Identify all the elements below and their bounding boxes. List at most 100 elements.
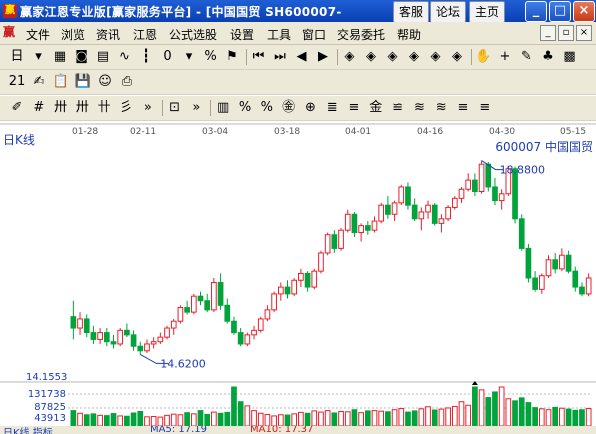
- layout-icon[interactable]: ▦: [51, 48, 69, 66]
- sheet-2-icon[interactable]: ≋: [432, 99, 450, 117]
- diamond-6-icon[interactable]: ◈: [448, 48, 466, 66]
- minimize-button[interactable]: _: [525, 1, 547, 22]
- coin-2-icon[interactable]: ⊕: [301, 99, 319, 117]
- people-icon[interactable]: ☺: [96, 73, 114, 91]
- tree-icon[interactable]: ♣: [539, 48, 557, 66]
- table-icon[interactable]: ▥: [214, 99, 232, 117]
- left-icon[interactable]: ◀: [293, 48, 311, 66]
- money-icon[interactable]: ≣: [323, 99, 341, 117]
- candle-down: [217, 282, 224, 306]
- pen-icon[interactable]: ✐: [8, 99, 26, 117]
- volume-bar-up: [77, 412, 83, 427]
- candle-up: [277, 286, 284, 295]
- maximize-button[interactable]: □: [549, 1, 571, 22]
- wave-icon[interactable]: ∿: [116, 48, 134, 66]
- chart-icon[interactable]: ◙: [73, 48, 91, 66]
- mdi-minimize-button[interactable]: _: [540, 25, 556, 41]
- percent-2-icon[interactable]: %: [258, 99, 276, 117]
- sheet-icon[interactable]: ≋: [410, 99, 428, 117]
- menu-formula[interactable]: 公式选股: [169, 26, 217, 43]
- kline-chart[interactable]: 01-28 02-11 03-04 03-18 04-01 04-16 04-30 05-15…: [0, 121, 596, 434]
- indicator-label: 日K线 指标: [3, 428, 53, 434]
- box-icon[interactable]: ⊡: [166, 99, 184, 117]
- ratio-icon[interactable]: %: [202, 48, 220, 66]
- volume-bar-down: [83, 414, 90, 427]
- diamond-1-icon[interactable]: ◈: [341, 48, 359, 66]
- hash-icon[interactable]: #: [30, 99, 48, 117]
- flag-icon[interactable]: ⚑: [223, 48, 241, 66]
- grid-icon[interactable]: ▩: [561, 48, 579, 66]
- dropdown-icon[interactable]: ▾: [30, 48, 48, 66]
- homepage-button[interactable]: 主页: [469, 1, 505, 23]
- volume-bar-up: [344, 411, 351, 427]
- diamond-4-icon[interactable]: ◈: [405, 48, 423, 66]
- crosshair-icon[interactable]: +: [496, 48, 514, 66]
- mdi-restore-button[interactable]: ▫: [558, 25, 574, 41]
- day-period-icon[interactable]: 日: [8, 48, 26, 66]
- kline-chart-svg[interactable]: 01-28 02-11 03-04 03-18 04-01 04-16 04-30 05-15…: [0, 121, 596, 434]
- print-icon[interactable]: ⎙: [118, 73, 136, 91]
- candle-up: [264, 309, 271, 320]
- bars-icon[interactable]: ┇: [137, 48, 155, 66]
- menu-trade[interactable]: 交易委托: [337, 26, 385, 43]
- menu-info[interactable]: 资讯: [96, 26, 120, 43]
- menu-file[interactable]: 文件: [26, 26, 50, 43]
- diamond-3-icon[interactable]: ◈: [384, 48, 402, 66]
- last-icon[interactable]: ⏭: [271, 48, 289, 66]
- ma5-label: MA5: 17.19: [150, 426, 208, 434]
- chevron-right-icon[interactable]: »: [187, 99, 205, 117]
- menu-window[interactable]: 窗口: [302, 26, 326, 43]
- candle-down: [90, 332, 97, 340]
- coin-icon[interactable]: ㊎: [280, 99, 298, 117]
- zero-icon[interactable]: 0: [159, 48, 177, 66]
- draw-icon[interactable]: ✎: [518, 48, 536, 66]
- candle-down: [331, 234, 338, 249]
- first-icon[interactable]: ⏮: [250, 48, 268, 66]
- money-2-icon[interactable]: ≡: [345, 99, 363, 117]
- hand-icon[interactable]: ✋: [475, 48, 493, 66]
- menu-browse[interactable]: 浏览: [61, 26, 85, 43]
- sheet-3-icon[interactable]: ≡: [454, 99, 472, 117]
- dropdown-icon[interactable]: ▾: [180, 48, 198, 66]
- chevron-right-icon[interactable]: »: [139, 99, 157, 117]
- cash-2-icon[interactable]: ≌: [389, 99, 407, 117]
- candle-down: [485, 163, 492, 188]
- menu-settings[interactable]: 设置: [230, 26, 254, 43]
- volume-bar-down: [385, 411, 391, 427]
- candle-up: [150, 341, 157, 345]
- menu-gann[interactable]: 江恩: [133, 26, 157, 43]
- close-button[interactable]: ×: [573, 1, 595, 22]
- gann-2-icon[interactable]: 卅: [73, 99, 91, 117]
- gann-4-icon[interactable]: 彡: [117, 99, 135, 117]
- gann-1-icon[interactable]: 卅: [52, 99, 70, 117]
- right-icon[interactable]: ▶: [314, 48, 332, 66]
- volume-bar-up: [177, 414, 184, 427]
- gann-3-icon[interactable]: 卄: [95, 99, 113, 117]
- volume-bar-down: [405, 411, 411, 427]
- candle-up: [344, 213, 351, 231]
- forum-button[interactable]: 论坛: [430, 1, 466, 23]
- sheet-4-icon[interactable]: ≡: [476, 99, 494, 117]
- candle-up: [311, 270, 318, 288]
- candle-up: [338, 229, 344, 249]
- compose-icon[interactable]: ✍: [30, 73, 48, 91]
- volume-bar-down: [512, 400, 518, 427]
- volume-bar-up: [117, 415, 124, 427]
- menu-help[interactable]: 帮助: [397, 26, 421, 43]
- volume-bar-down: [124, 415, 130, 427]
- candle-up: [164, 327, 170, 338]
- customer-service-button[interactable]: 客服: [393, 1, 429, 23]
- clipboard-icon[interactable]: 📋: [52, 73, 70, 91]
- diamond-2-icon[interactable]: ◈: [362, 48, 380, 66]
- list-icon[interactable]: ▤: [94, 48, 112, 66]
- menu-tools[interactable]: 工具: [267, 26, 291, 43]
- volume-bar-up: [271, 415, 277, 427]
- calendar-icon[interactable]: 21: [8, 73, 26, 91]
- save-icon[interactable]: 💾: [74, 73, 92, 91]
- cash-icon[interactable]: 金: [367, 99, 385, 117]
- candle-down: [284, 286, 291, 295]
- diamond-5-icon[interactable]: ◈: [427, 48, 445, 66]
- date-tick-label: 04-01: [345, 127, 371, 137]
- percent-1-icon[interactable]: %: [236, 99, 254, 117]
- mdi-close-button[interactable]: ×: [576, 25, 592, 41]
